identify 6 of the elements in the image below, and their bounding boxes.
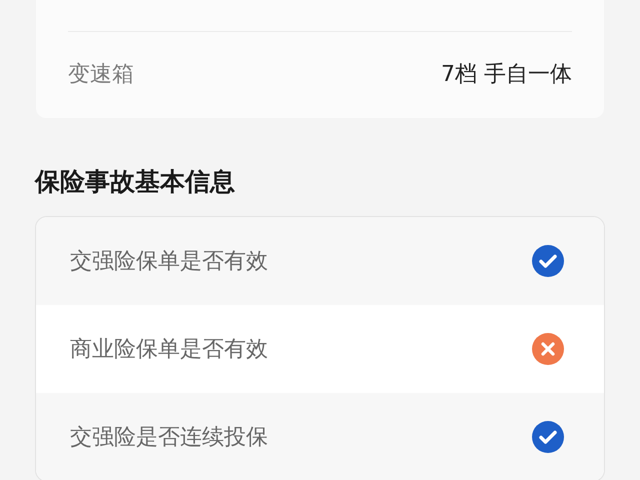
- field-label: 变速箱: [68, 61, 134, 89]
- field-label: 交强险是否连续投保: [70, 424, 268, 452]
- field-label: 交强险保单是否有效: [70, 248, 268, 276]
- section-title: 保险事故基本信息: [35, 166, 236, 198]
- field-label: 商业险保单是否有效: [70, 336, 268, 364]
- field-value: 7档 手自一体: [441, 61, 572, 89]
